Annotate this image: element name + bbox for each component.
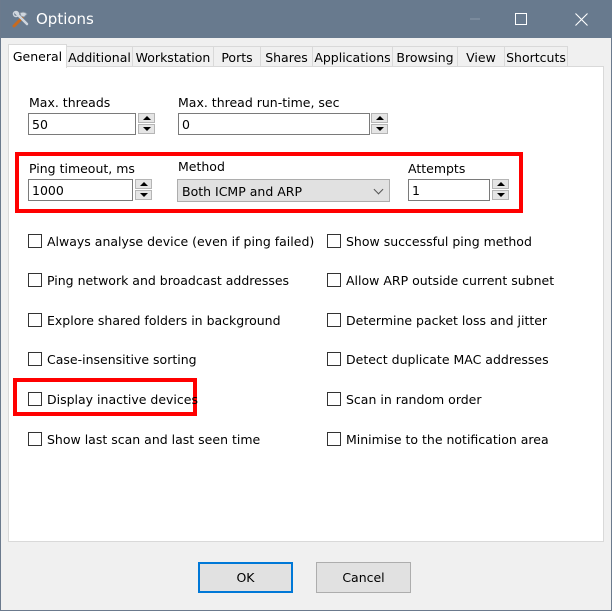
tab-view[interactable]: View xyxy=(457,46,505,67)
attempts-label: Attempts xyxy=(408,161,466,176)
spin-up-icon[interactable] xyxy=(135,179,152,189)
max-threads-label: Max. threads xyxy=(29,95,111,110)
checkbox-scan-random-order[interactable]: Scan in random order xyxy=(327,391,482,407)
checkbox-label: Show successful ping method xyxy=(346,233,532,249)
tab-browsing[interactable]: Browsing xyxy=(392,46,458,67)
spin-down-icon[interactable] xyxy=(135,190,152,200)
tab-shortcuts[interactable]: Shortcuts xyxy=(504,46,568,67)
checkbox-icon[interactable] xyxy=(327,273,341,287)
checkbox-icon[interactable] xyxy=(327,392,341,406)
checkbox-icon[interactable] xyxy=(28,352,42,366)
checkbox-label: Detect duplicate MAC addresses xyxy=(346,351,549,367)
attempts-input[interactable]: 1 xyxy=(408,179,490,201)
tools-icon xyxy=(12,10,29,28)
checkbox-label: Ping network and broadcast addresses xyxy=(47,272,290,288)
tab-general[interactable]: General xyxy=(8,44,67,68)
checkbox-icon[interactable] xyxy=(327,352,341,366)
checkbox-ping-network-broadcast[interactable]: Ping network and broadcast addresses xyxy=(28,272,289,288)
tab-workstation[interactable]: Workstation xyxy=(132,46,214,67)
ping-timeout-label: Ping timeout, ms xyxy=(29,161,135,176)
checkbox-label: Display inactive devices xyxy=(47,391,198,407)
ok-button[interactable]: OK xyxy=(198,562,293,593)
max-thread-runtime-input[interactable]: 0 xyxy=(178,113,370,135)
chevron-down-icon xyxy=(373,184,384,195)
checkbox-label: Case-insensitive sorting xyxy=(47,351,197,367)
close-button[interactable] xyxy=(558,0,604,38)
max-thread-runtime-stepper[interactable] xyxy=(371,113,388,135)
method-selected-value: Both ICMP and ARP xyxy=(182,184,302,199)
checkbox-detect-duplicate-mac[interactable]: Detect duplicate MAC addresses xyxy=(327,351,549,367)
checkbox-show-last-scan[interactable]: Show last scan and last seen time xyxy=(28,431,260,447)
method-select[interactable]: Both ICMP and ARP xyxy=(177,179,390,202)
ping-timeout-input[interactable]: 1000 xyxy=(28,179,133,201)
attempts-stepper[interactable] xyxy=(492,179,509,201)
checkbox-explore-shared-folders[interactable]: Explore shared folders in background xyxy=(28,312,281,328)
window-title: Options xyxy=(36,10,94,28)
options-dialog: Options General Additional Workstation P… xyxy=(0,0,612,611)
ping-timeout-stepper[interactable] xyxy=(135,179,152,201)
checkbox-icon[interactable] xyxy=(327,234,341,248)
checkbox-icon[interactable] xyxy=(28,313,42,327)
checkbox-icon[interactable] xyxy=(28,432,42,446)
close-icon xyxy=(574,12,588,26)
spin-up-icon[interactable] xyxy=(492,179,509,189)
checkbox-allow-arp-outside-subnet[interactable]: Allow ARP outside current subnet xyxy=(327,272,554,288)
spin-down-icon[interactable] xyxy=(371,124,388,134)
checkbox-label: Explore shared folders in background xyxy=(47,312,281,328)
maximize-button[interactable] xyxy=(498,0,544,38)
minimize-icon xyxy=(470,18,480,20)
checkbox-label: Allow ARP outside current subnet xyxy=(346,272,555,288)
checkbox-label: Determine packet loss and jitter xyxy=(346,312,548,328)
spin-down-icon[interactable] xyxy=(492,190,509,200)
checkbox-packet-loss-jitter[interactable]: Determine packet loss and jitter xyxy=(327,312,547,328)
spin-down-icon[interactable] xyxy=(138,124,155,134)
minimize-button[interactable] xyxy=(452,0,498,38)
tab-shares[interactable]: Shares xyxy=(260,46,313,67)
cancel-button[interactable]: Cancel xyxy=(316,562,411,593)
checkbox-icon[interactable] xyxy=(327,432,341,446)
checkbox-case-insensitive-sorting[interactable]: Case-insensitive sorting xyxy=(28,351,197,367)
spin-up-icon[interactable] xyxy=(138,113,155,123)
max-threads-input[interactable]: 50 xyxy=(28,113,136,135)
maximize-icon xyxy=(515,13,527,25)
tab-ports[interactable]: Ports xyxy=(213,46,261,67)
checkbox-icon[interactable] xyxy=(28,273,42,287)
checkbox-icon[interactable] xyxy=(327,313,341,327)
checkbox-label: Minimise to the notification area xyxy=(346,431,549,447)
tab-applications[interactable]: Applications xyxy=(312,46,393,67)
checkbox-minimise-notification[interactable]: Minimise to the notification area xyxy=(327,431,549,447)
method-label: Method xyxy=(178,159,225,174)
spin-up-icon[interactable] xyxy=(371,113,388,123)
max-threads-stepper[interactable] xyxy=(138,113,155,135)
checkbox-show-successful-ping-method[interactable]: Show successful ping method xyxy=(327,233,532,249)
title-bar[interactable]: Options xyxy=(1,0,612,38)
checkbox-icon[interactable] xyxy=(28,234,42,248)
checkbox-label: Always analyse device (even if ping fail… xyxy=(47,233,315,249)
general-tab-panel xyxy=(8,66,604,542)
checkbox-always-analyse[interactable]: Always analyse device (even if ping fail… xyxy=(28,233,314,249)
tab-additional[interactable]: Additional xyxy=(66,46,133,67)
checkbox-label: Show last scan and last seen time xyxy=(47,431,261,447)
checkbox-label: Scan in random order xyxy=(346,391,482,407)
checkbox-icon[interactable] xyxy=(28,392,42,406)
max-thread-runtime-label: Max. thread run-time, sec xyxy=(178,95,340,110)
checkbox-display-inactive-devices[interactable]: Display inactive devices xyxy=(28,391,198,407)
